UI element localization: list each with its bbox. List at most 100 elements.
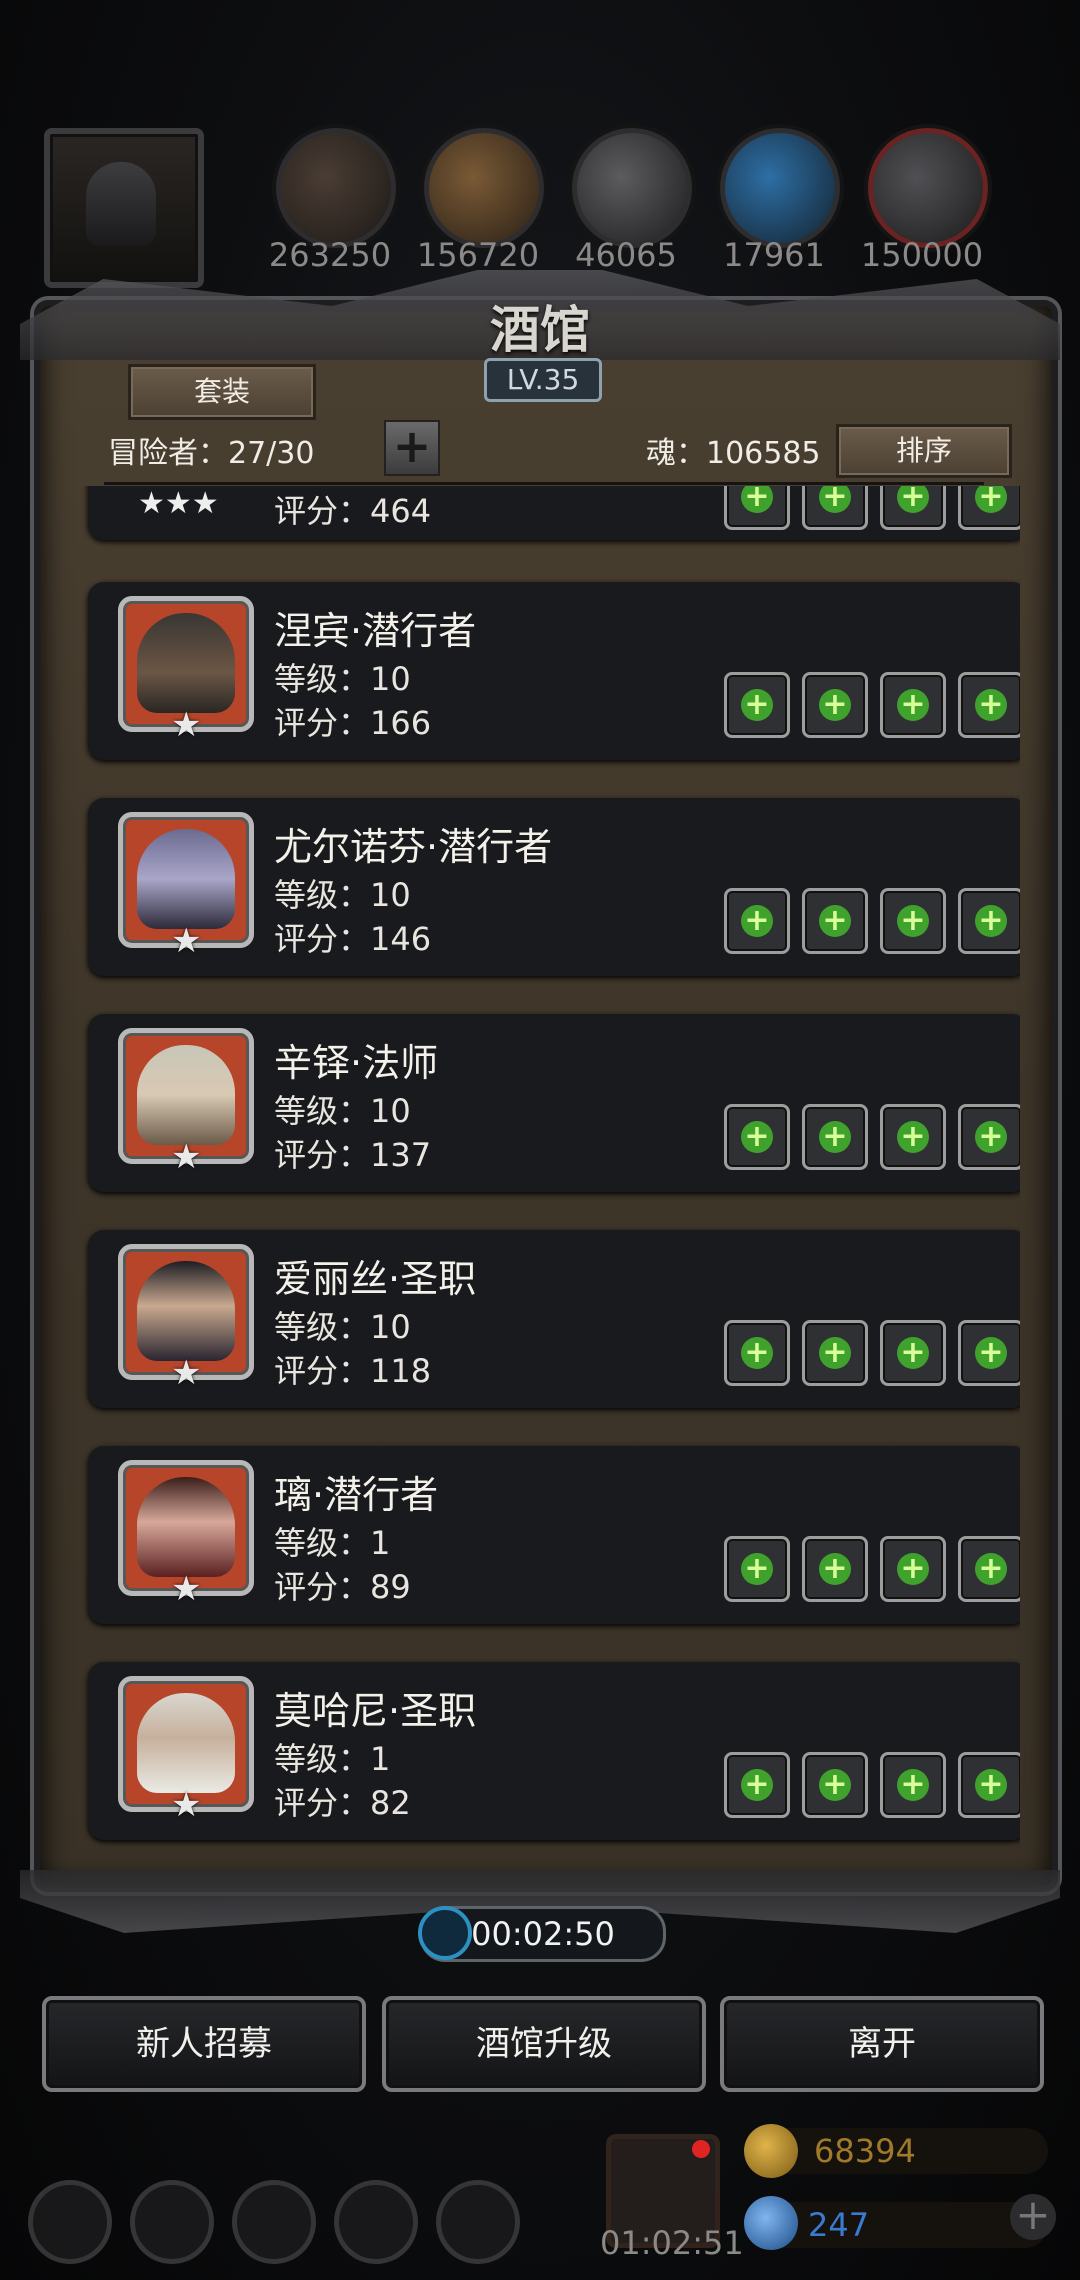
hero-list[interactable]: ★★★ 评分：464 + + + + ★ 涅宾·潜行者 等级：10 评分：166… bbox=[60, 486, 1020, 1876]
priestess-icon bbox=[137, 1261, 235, 1361]
armor-slot[interactable]: + bbox=[802, 888, 868, 954]
armor-slot[interactable]: + bbox=[802, 1536, 868, 1602]
weapon-slot[interactable]: + bbox=[724, 1536, 790, 1602]
star-icon: ★ bbox=[171, 1569, 202, 1609]
accessory-slot-2[interactable]: + bbox=[958, 1320, 1020, 1386]
add-icon: + bbox=[741, 905, 773, 937]
star-icon: ★ bbox=[171, 705, 202, 745]
settings-gear-icon[interactable] bbox=[28, 2180, 112, 2264]
armor-slot[interactable]: + bbox=[802, 486, 868, 530]
weapon-slot[interactable]: + bbox=[724, 486, 790, 530]
hero-card[interactable]: ★ 尤尔诺芬·潜行者 等级：10 评分：146 + + + + bbox=[88, 798, 1020, 976]
expand-capacity-button[interactable]: + bbox=[384, 420, 440, 476]
hero-card[interactable]: ★ 璃·潜行者 等级：1 评分：89 + + + + bbox=[88, 1446, 1020, 1624]
accessory-slot-2[interactable]: + bbox=[958, 1104, 1020, 1170]
hero-card[interactable]: ★ 辛铎·法师 等级：10 评分：137 + + + + bbox=[88, 1014, 1020, 1192]
hero-score: 评分：118 bbox=[274, 1352, 432, 1390]
resource-stone-count: 150000 bbox=[860, 236, 984, 274]
hero-name: 璃·潜行者 bbox=[274, 1473, 439, 1517]
add-icon: + bbox=[897, 486, 929, 513]
accessory-slot-1[interactable]: + bbox=[880, 1320, 946, 1386]
star-icon: ★ bbox=[171, 921, 202, 961]
add-icon: + bbox=[975, 689, 1007, 721]
hero-name: 尤尔诺芬·潜行者 bbox=[274, 825, 553, 869]
weapon-slot[interactable]: + bbox=[724, 1104, 790, 1170]
add-currency-button[interactable]: + bbox=[1010, 2194, 1056, 2240]
stone-icon bbox=[868, 128, 988, 248]
armor-slot[interactable]: + bbox=[802, 1320, 868, 1386]
star-rating: ★★★ bbox=[138, 486, 219, 521]
hero-level: 等级：10 bbox=[274, 1308, 411, 1346]
add-icon: + bbox=[741, 1769, 773, 1801]
hero-card[interactable]: ★ 爱丽丝·圣职 等级：10 评分：118 + + + + bbox=[88, 1230, 1020, 1408]
hero-portrait[interactable]: ★ bbox=[118, 596, 254, 745]
accessory-slot-2[interactable]: + bbox=[958, 888, 1020, 954]
accessory-slot-1[interactable]: + bbox=[880, 672, 946, 738]
accessory-slot-2[interactable]: + bbox=[958, 672, 1020, 738]
armor-slot[interactable]: + bbox=[802, 1752, 868, 1818]
weapon-slot[interactable]: + bbox=[724, 672, 790, 738]
elf-mage-icon bbox=[137, 1045, 235, 1145]
achievement-icon[interactable] bbox=[130, 2180, 214, 2264]
hero-level: 等级：10 bbox=[274, 1092, 411, 1130]
add-icon: + bbox=[975, 1769, 1007, 1801]
accessory-slot-1[interactable]: + bbox=[880, 1536, 946, 1602]
soul-count: 魂：106585 bbox=[646, 436, 821, 471]
weapon-slot[interactable]: + bbox=[724, 1752, 790, 1818]
outfit-button[interactable]: 套装 bbox=[128, 364, 316, 420]
hero-level: 等级：1 bbox=[274, 1740, 391, 1778]
accessory-slot-1[interactable]: + bbox=[880, 1752, 946, 1818]
hero-portrait[interactable]: ★ bbox=[118, 1028, 254, 1177]
accessory-slot-2[interactable]: + bbox=[958, 1752, 1020, 1818]
add-icon: + bbox=[897, 1769, 929, 1801]
add-icon: + bbox=[819, 1337, 851, 1369]
add-icon: + bbox=[819, 1553, 851, 1585]
accessory-slot-1[interactable]: + bbox=[880, 888, 946, 954]
hero-card[interactable]: ★ 莫哈尼·圣职 等级：1 评分：82 + + + + bbox=[88, 1662, 1020, 1840]
add-icon: + bbox=[975, 1337, 1007, 1369]
gift-timer: 01:02:51 bbox=[600, 2224, 744, 2262]
upgrade-tavern-button[interactable]: 酒馆升级 bbox=[382, 1996, 706, 2092]
player-avatar[interactable] bbox=[44, 128, 204, 288]
meat-icon bbox=[276, 128, 396, 248]
weapon-slot[interactable]: + bbox=[724, 888, 790, 954]
accessory-slot-1[interactable]: + bbox=[880, 486, 946, 530]
mail-icon[interactable] bbox=[334, 2180, 418, 2264]
hero-level: 等级：1 bbox=[274, 1524, 391, 1562]
gem-count: 247 bbox=[808, 2206, 870, 2244]
hero-portrait[interactable]: ★ bbox=[118, 1676, 254, 1825]
hero-portrait[interactable]: ★ bbox=[118, 812, 254, 961]
crystal-icon bbox=[720, 128, 840, 248]
accessory-slot-1[interactable]: + bbox=[880, 1104, 946, 1170]
accessory-slot-2[interactable]: + bbox=[958, 1536, 1020, 1602]
hero-name: 涅宾·潜行者 bbox=[274, 609, 477, 653]
hero-score: 评分：166 bbox=[274, 704, 432, 742]
hero-card[interactable]: ★ 涅宾·潜行者 等级：10 评分：166 + + + + bbox=[88, 582, 1020, 760]
hero-card-partial[interactable]: ★★★ 评分：464 + + + + bbox=[88, 486, 1020, 540]
add-icon: + bbox=[975, 1121, 1007, 1153]
wood-icon bbox=[424, 128, 544, 248]
castle-icon[interactable] bbox=[232, 2180, 316, 2264]
armor-slot[interactable]: + bbox=[802, 672, 868, 738]
hooded-rogue-icon bbox=[137, 613, 235, 713]
leave-button[interactable]: 离开 bbox=[720, 1996, 1044, 2092]
recruit-button[interactable]: 新人招募 bbox=[42, 1996, 366, 2092]
hero-level: 等级：10 bbox=[274, 876, 411, 914]
map-icon[interactable] bbox=[436, 2180, 520, 2264]
adventurer-count: 冒险者：27/30 bbox=[108, 436, 315, 471]
gem-icon bbox=[744, 2196, 798, 2250]
add-icon: + bbox=[741, 486, 773, 513]
accessory-slot-2[interactable]: + bbox=[958, 486, 1020, 530]
sort-button[interactable]: 排序 bbox=[836, 424, 1012, 478]
tavern-level-badge: LV.35 bbox=[484, 358, 602, 402]
add-icon: + bbox=[897, 905, 929, 937]
hero-name: 辛铎·法师 bbox=[274, 1041, 439, 1085]
add-icon: + bbox=[897, 1121, 929, 1153]
weapon-slot[interactable]: + bbox=[724, 1320, 790, 1386]
add-icon: + bbox=[741, 1553, 773, 1585]
helmet-icon bbox=[86, 162, 156, 246]
armor-slot[interactable]: + bbox=[802, 1104, 868, 1170]
hero-portrait[interactable]: ★ bbox=[118, 1244, 254, 1393]
rogue-girl-icon bbox=[137, 1477, 235, 1577]
hero-portrait[interactable]: ★ bbox=[118, 1460, 254, 1609]
